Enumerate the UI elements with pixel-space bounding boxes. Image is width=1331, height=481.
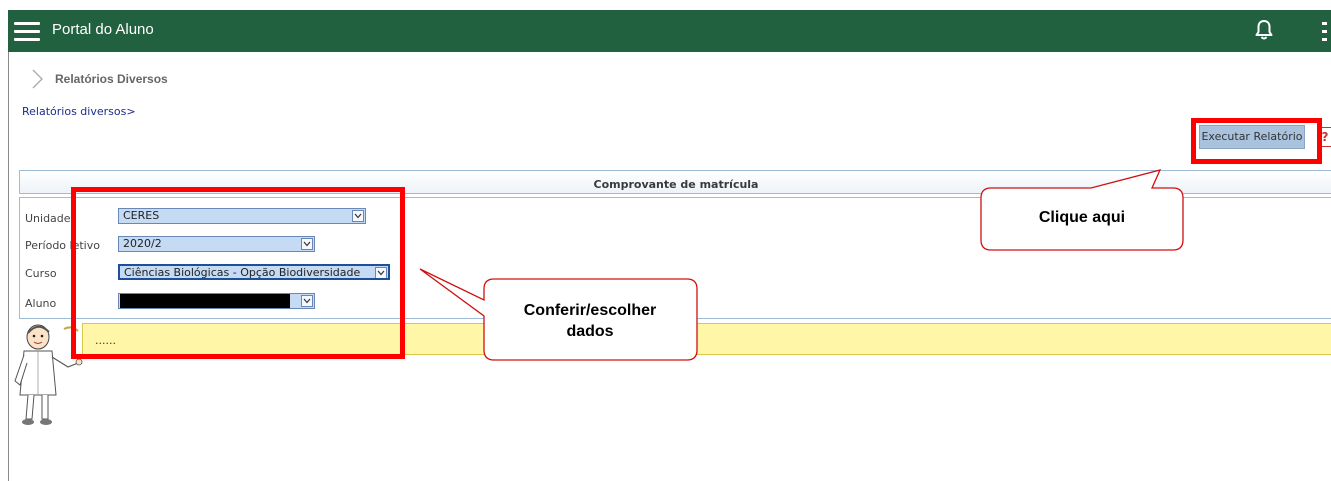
callout-run-text: Clique aqui xyxy=(1038,209,1126,226)
callout-fields-text: Conferir/escolher dados xyxy=(523,302,657,340)
callout-shapes xyxy=(419,169,1184,361)
